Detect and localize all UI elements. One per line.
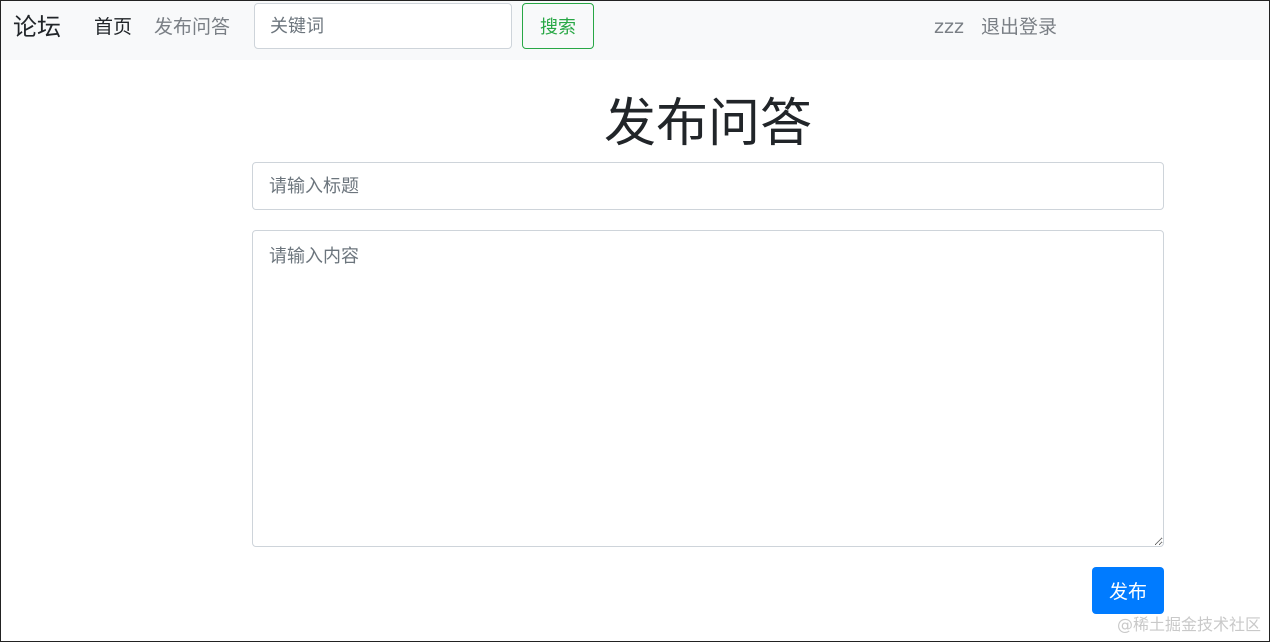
nav-link-publish[interactable]: 发布问答 [154,14,230,40]
title-input[interactable] [252,162,1164,210]
search-input[interactable] [254,3,512,49]
nav-link-logout[interactable]: 退出登录 [981,14,1057,40]
brand-logo[interactable]: 论坛 [13,11,61,43]
nav-link-home[interactable]: 首页 [94,14,132,40]
page-title: 发布问答 [603,94,812,154]
watermark: @稀土掘金技术社区 [1116,615,1261,634]
app-window: 论坛 首页 发布问答 搜索 zzz 退出登录 发布问答 发布 @稀土掘金技术社区 [0,0,1270,642]
nav-link-username[interactable]: zzz [934,14,964,40]
content-textarea[interactable] [252,230,1164,547]
submit-button[interactable]: 发布 [1092,567,1164,614]
search-button[interactable]: 搜索 [522,3,594,49]
navbar: 论坛 首页 发布问答 搜索 zzz 退出登录 [1,1,1269,60]
